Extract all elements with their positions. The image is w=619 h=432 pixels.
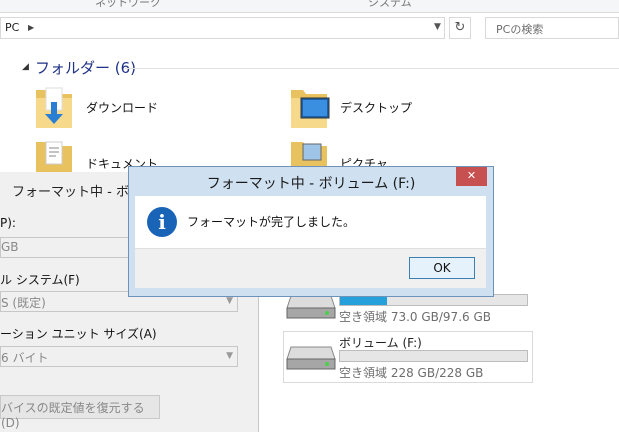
address-bar[interactable]: PC ▶ ▼: [0, 17, 445, 39]
address-text: PC: [5, 21, 20, 34]
address-dropdown-icon[interactable]: ▼: [434, 22, 441, 32]
refresh-icon: ↻: [454, 20, 466, 35]
message-text: フォーマットが完了しました。: [187, 215, 356, 229]
downloads-folder-icon[interactable]: [34, 84, 74, 130]
file-system-value: S (既定): [1, 296, 46, 310]
restore-defaults-button[interactable]: バイスの既定値を復元する(D): [0, 395, 160, 430]
capacity-label: P):: [0, 216, 16, 230]
chevron-down-icon: ▼: [226, 351, 233, 361]
allocation-size-label: ーション ユニット サイズ(A): [0, 327, 157, 341]
search-placeholder: PCの検索: [496, 23, 544, 36]
format-dialog-title: フォーマット中 - ボリ: [12, 185, 142, 200]
allocation-size-value: 6 バイト: [1, 351, 49, 365]
message-box-title: フォーマット中 - ボリューム (F:): [206, 176, 416, 192]
folder-label[interactable]: ダウンロード: [86, 99, 158, 116]
search-input[interactable]: PCの検索: [485, 17, 619, 39]
breadcrumb-chevron-icon[interactable]: ▶: [28, 23, 34, 32]
ok-button[interactable]: OK: [409, 257, 475, 279]
chevron-down-icon: ▼: [226, 296, 233, 306]
close-button[interactable]: ✕: [456, 167, 487, 186]
section-divider: [125, 68, 619, 69]
close-icon: ✕: [466, 169, 477, 182]
hard-drive-icon[interactable]: [285, 341, 337, 373]
documents-folder-icon[interactable]: [34, 140, 74, 172]
info-icon: i: [147, 207, 177, 237]
folders-section-title[interactable]: フォルダー (6): [35, 57, 136, 78]
allocation-size-select[interactable]: 6 バイト ▼: [0, 346, 238, 367]
drive-free-space: 空き領域 73.0 GB/97.6 GB: [339, 310, 491, 324]
folder-label[interactable]: デスクトップ: [340, 99, 412, 116]
drive-usage-bar: [339, 350, 528, 362]
drive-name[interactable]: ボリューム (F:): [339, 334, 422, 351]
file-system-label: ル システム(F): [0, 273, 80, 287]
ribbon-tab-system[interactable]: システム: [368, 0, 412, 10]
ribbon-strip: ネットワーク システム: [0, 0, 619, 13]
refresh-button[interactable]: ↻: [449, 17, 471, 39]
capacity-value: GB: [1, 240, 19, 254]
ribbon-tab-network[interactable]: ネットワーク: [95, 0, 161, 10]
drive-free-space: 空き領域 228 GB/228 GB: [339, 366, 484, 380]
desktop-folder-icon[interactable]: [289, 84, 331, 130]
collapse-chevron-icon[interactable]: ◢: [22, 62, 29, 72]
